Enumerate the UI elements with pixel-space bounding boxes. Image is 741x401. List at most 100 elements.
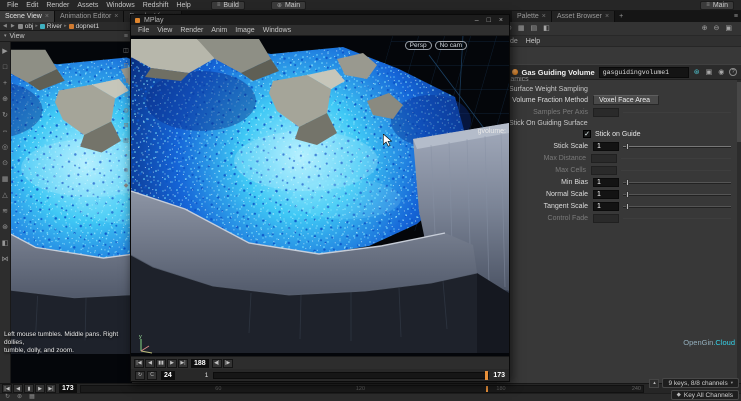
playhead[interactable]: [486, 386, 488, 392]
first-frame-button[interactable]: |◀: [2, 384, 12, 393]
keys-summary-button[interactable]: 9 keys, 8/8 channels ▾: [662, 378, 739, 388]
list-view-icon[interactable]: ▤: [528, 25, 541, 32]
display-option-icon[interactable]: ◫: [123, 48, 129, 55]
step-back-button[interactable]: ◀|: [212, 359, 222, 368]
loop-icon[interactable]: ↻: [135, 371, 145, 380]
section-stick-on-guiding-surface[interactable]: Stick On Guiding Surface: [497, 118, 737, 128]
help-icon[interactable]: ?: [729, 68, 737, 76]
volume-fraction-method-dropdown[interactable]: Voxel Face Area: [593, 95, 659, 105]
tool-icon[interactable]: ↻: [2, 112, 8, 119]
menu-edit[interactable]: Edit: [22, 2, 42, 9]
zoom-in-icon[interactable]: ⊕: [699, 25, 711, 32]
min-bias-slider[interactable]: [623, 178, 731, 187]
close-icon[interactable]: ×: [114, 13, 118, 20]
menu-help[interactable]: Help: [172, 2, 194, 9]
close-button[interactable]: ×: [497, 17, 505, 24]
split-view-icon[interactable]: ◧: [540, 25, 553, 32]
scrollbar-thumb[interactable]: [737, 82, 741, 142]
play-button[interactable]: ▶: [167, 359, 177, 368]
tab-scene-view[interactable]: Scene View ×: [0, 11, 55, 22]
menu-file[interactable]: File: [134, 27, 153, 34]
cache-icon[interactable]: ▦: [29, 394, 35, 401]
slider-handle[interactable]: [626, 203, 629, 210]
scrollbar[interactable]: [737, 80, 741, 383]
menu-icon[interactable]: ≡: [124, 33, 128, 40]
tool-icon[interactable]: ◎: [2, 144, 8, 151]
pane-menu-icon[interactable]: ≡: [734, 13, 738, 20]
stick-scale-slider[interactable]: [623, 142, 731, 151]
flipbook-viewport[interactable]: Persp No cam gvolume: y: [131, 36, 509, 356]
tool-icon[interactable]: ▶: [2, 48, 7, 55]
tool-icon[interactable]: ⇔: [2, 128, 9, 135]
persp-badge[interactable]: Persp: [405, 41, 432, 50]
menu-render[interactable]: Render: [176, 27, 207, 34]
current-frame-display[interactable]: 188: [191, 359, 209, 368]
display-option-icon[interactable]: ⊞: [123, 123, 128, 130]
slider-handle[interactable]: [626, 179, 629, 186]
tool-icon[interactable]: ⋈: [2, 256, 9, 263]
menu-windows[interactable]: Windows: [259, 27, 295, 34]
display-option-icon[interactable]: ◆: [124, 183, 129, 190]
menu-image[interactable]: Image: [231, 27, 258, 34]
scene-viewport[interactable]: ▶ □ + ⊕ ↻ ⇔ ◎ ⊙ ▦ △ ≋ ⊛ ◧ ⋈ ◫ ⊡ ◨ ≡: [0, 42, 132, 383]
expand-button[interactable]: ▴: [649, 379, 659, 388]
current-frame-display[interactable]: 173: [59, 384, 77, 393]
tool-icon[interactable]: ⊙: [2, 160, 8, 167]
desktop-selector[interactable]: ≡ Build: [211, 1, 245, 10]
play-button[interactable]: ▶: [35, 384, 45, 393]
display-option-icon[interactable]: ≡: [124, 93, 128, 100]
menu-anim[interactable]: Anim: [207, 27, 231, 34]
tab-animation-editor[interactable]: Animation Editor ×: [55, 11, 124, 22]
menu-file[interactable]: File: [3, 2, 22, 9]
tab-palette[interactable]: Palette ×: [512, 11, 552, 22]
view-menu[interactable]: View: [10, 33, 25, 40]
display-option-icon[interactable]: ◔: [124, 153, 128, 160]
close-icon[interactable]: ×: [605, 13, 609, 20]
tab-asset-browser[interactable]: Asset Browser ×: [552, 11, 615, 22]
tool-icon[interactable]: ≋: [2, 208, 8, 215]
desktop-selector-right[interactable]: ≡ Main: [700, 1, 734, 10]
frame-ruler[interactable]: 60 120 180 240: [80, 385, 644, 393]
slider-handle[interactable]: [626, 143, 629, 150]
range-slider[interactable]: [213, 372, 489, 379]
pause-button[interactable]: ▮▮: [156, 359, 166, 368]
close-icon[interactable]: ×: [542, 13, 546, 20]
tool-icon[interactable]: ⊛: [2, 224, 8, 231]
stop-button[interactable]: ▮: [24, 384, 34, 393]
section-surface-weight-sampling[interactable]: Surface Weight Sampling: [497, 84, 737, 94]
menu-windows[interactable]: Windows: [102, 2, 138, 9]
close-icon[interactable]: ×: [45, 13, 49, 20]
forward-icon[interactable]: ▶: [10, 23, 16, 29]
panel-icon[interactable]: ▣: [722, 25, 735, 32]
path-obj[interactable]: obj: [25, 23, 34, 30]
menu-redshift[interactable]: Redshift: [139, 2, 173, 9]
fps-display[interactable]: 24: [161, 371, 175, 380]
display-option-icon[interactable]: ◨: [123, 78, 129, 85]
mplay-titlebar[interactable]: MPlay – □ ×: [131, 15, 509, 25]
minimize-button[interactable]: –: [473, 17, 481, 24]
display-option-icon[interactable]: ◍: [123, 108, 128, 115]
stick-scale-field[interactable]: [593, 142, 619, 151]
last-frame-button[interactable]: ▶|: [178, 359, 188, 368]
node-name-field[interactable]: [599, 67, 689, 78]
path-river[interactable]: River: [47, 23, 62, 30]
shelf-set-selector[interactable]: ⊕ Main: [271, 1, 306, 10]
pin-icon[interactable]: ◉: [717, 68, 725, 76]
tool-icon[interactable]: +: [3, 80, 7, 87]
playhead-marker[interactable]: [485, 371, 488, 380]
tool-icon[interactable]: △: [2, 192, 7, 199]
tangent-scale-field[interactable]: [593, 202, 619, 211]
min-bias-field[interactable]: [593, 178, 619, 187]
refresh-icon[interactable]: ↻: [5, 394, 10, 401]
maximize-button[interactable]: □: [485, 17, 493, 24]
gear-icon[interactable]: ⊛: [693, 68, 701, 76]
display-option-icon[interactable]: ⊡: [123, 63, 128, 70]
help-menu[interactable]: Help: [526, 38, 540, 45]
save-icon[interactable]: ▣: [705, 68, 714, 76]
first-frame-button[interactable]: |◀: [134, 359, 144, 368]
menu-assets[interactable]: Assets: [73, 2, 102, 9]
menu-view[interactable]: View: [153, 27, 176, 34]
tool-icon[interactable]: ⊕: [2, 96, 8, 103]
grid-view-icon[interactable]: ▦: [515, 25, 528, 32]
no-cam-badge[interactable]: No cam: [435, 41, 467, 50]
